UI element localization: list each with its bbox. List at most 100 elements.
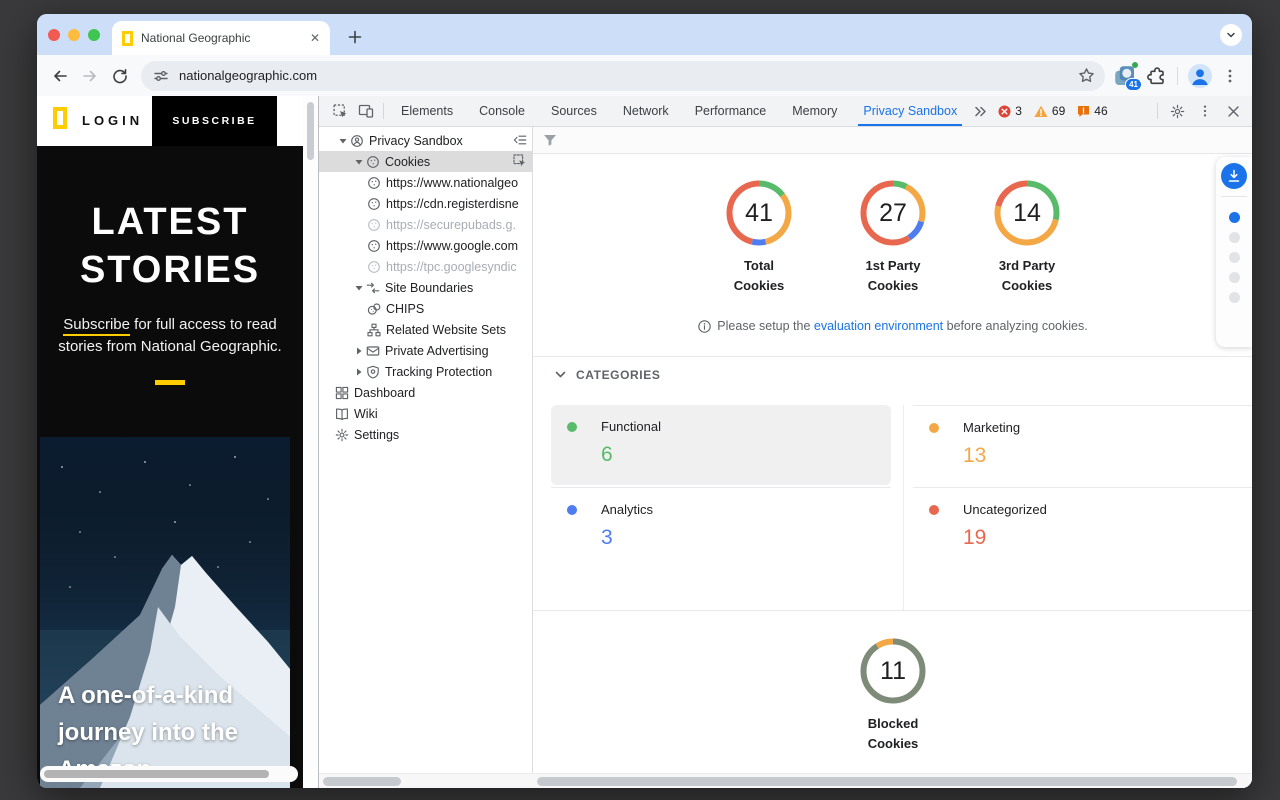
side-nav-dot-3[interactable] [1229, 252, 1240, 263]
devtools-tab-console[interactable]: Console [466, 96, 538, 126]
setup-note: Please setup the evaluation environment … [533, 319, 1252, 333]
tree-item-tracking-protection[interactable]: Tracking Protection [319, 361, 532, 382]
side-nav-dot-5[interactable] [1229, 292, 1240, 303]
toolbar-actions: 41 [1113, 64, 1252, 88]
filter-funnel-icon[interactable] [543, 134, 557, 147]
tree-item-label: Privacy Sandbox [369, 134, 463, 148]
extensions-menu-button[interactable] [1147, 66, 1167, 86]
wiki-icon [335, 407, 349, 421]
national-geographic-favicon [122, 31, 133, 46]
categories-section-header[interactable]: CATEGORIES [555, 368, 660, 382]
page-vertical-scrollbar-thumb[interactable] [307, 102, 314, 160]
cookie-icon [367, 260, 381, 274]
tree-item-https-tpc-googlesyndic[interactable]: https://tpc.googlesyndic [319, 256, 532, 277]
devtools-tab-privacy-sandbox[interactable]: Privacy Sandbox [850, 96, 970, 126]
story-card[interactable]: A one-of-a-kind journey into the Amazon [40, 437, 290, 788]
back-arrow-icon [52, 68, 68, 84]
tree-item-wiki[interactable]: Wiki [319, 403, 532, 424]
side-nav-dot-4[interactable] [1229, 272, 1240, 283]
category-card-marketing[interactable]: Marketing13 [913, 405, 1252, 485]
devtools-tab-network[interactable]: Network [610, 96, 682, 126]
devtools-close-button[interactable] [1220, 98, 1246, 124]
window-zoom-button[interactable] [88, 29, 100, 41]
window-minimize-button[interactable] [68, 29, 80, 41]
tree-item-dashboard[interactable]: Dashboard [319, 382, 532, 403]
category-value: 13 [963, 444, 1252, 468]
page-horizontal-scrollbar[interactable] [40, 766, 298, 782]
devtools-panel: ElementsConsoleSourcesNetworkPerformance… [318, 96, 1252, 788]
collapsed-arrow-icon[interactable] [351, 347, 366, 355]
tree-item-cookies[interactable]: Cookies [319, 151, 532, 172]
chips-icon [367, 302, 381, 316]
tree-item-https-www-google-com[interactable]: https://www.google.com [319, 235, 532, 256]
category-card-uncategorized[interactable]: Uncategorized19 [913, 487, 1252, 608]
expanded-arrow-icon[interactable] [335, 137, 350, 145]
side-nav-dot-1[interactable] [1229, 212, 1240, 223]
more-tabs-button[interactable] [970, 98, 990, 124]
tree-scrollbar-thumb[interactable] [323, 777, 401, 786]
collapse-button[interactable] [513, 133, 527, 147]
category-card-analytics[interactable]: Analytics 3 [551, 487, 891, 608]
subscribe-text-link[interactable]: Subscribe [63, 316, 130, 336]
tab-search-button[interactable] [1220, 24, 1242, 46]
tree-item-site-boundaries[interactable]: Site Boundaries [319, 277, 532, 298]
tree-item-chips[interactable]: CHIPS [319, 298, 532, 319]
tree-item-https-cdn-registerdisne[interactable]: https://cdn.registerdisne [319, 193, 532, 214]
content-scrollbar-thumb[interactable] [537, 777, 1237, 786]
hero-divider-dash [155, 380, 185, 385]
category-label: Analytics [601, 502, 891, 517]
bookmark-star-icon[interactable] [1078, 67, 1095, 84]
category-label: Uncategorized [963, 502, 1252, 517]
category-value: 3 [601, 526, 891, 550]
tree-item-https-securepubads-g[interactable]: https://securepubads.g. [319, 214, 532, 235]
login-link[interactable]: LOGIN [82, 113, 143, 128]
download-report-button[interactable] [1221, 163, 1247, 189]
first-party-value: 27 [858, 178, 928, 248]
page-horizontal-scrollbar-thumb[interactable] [44, 770, 269, 778]
device-toolbar-button[interactable] [353, 98, 379, 124]
side-nav-dot-2[interactable] [1229, 232, 1240, 243]
info-icon [698, 320, 711, 333]
psat-extension-button[interactable]: 41 [1113, 64, 1137, 88]
url-bar[interactable]: nationalgeographic.com [141, 61, 1105, 91]
window-close-button[interactable] [48, 29, 60, 41]
forward-button[interactable] [75, 61, 105, 91]
side-nav-divider [1221, 196, 1247, 197]
expanded-arrow-icon[interactable] [351, 284, 366, 292]
new-tab-button[interactable] [342, 24, 368, 50]
category-card-functional[interactable]: Functional6 [551, 405, 891, 485]
site-info-icon[interactable] [153, 68, 169, 84]
tree-item-settings[interactable]: Settings [319, 424, 532, 445]
devtools-settings-button[interactable] [1164, 98, 1190, 124]
evaluation-environment-link[interactable]: evaluation environment [814, 319, 943, 333]
profile-avatar[interactable] [1188, 64, 1212, 88]
inspect-element-button[interactable] [327, 98, 353, 124]
tree-item-related-website-sets[interactable]: Related Website Sets [319, 319, 532, 340]
tree-item-privacy-sandbox[interactable]: Privacy Sandbox [319, 130, 532, 151]
tree-item-https-www-nationalgeo[interactable]: https://www.nationalgeo [319, 172, 532, 193]
browser-menu-button[interactable] [1222, 68, 1238, 84]
collapsed-arrow-icon[interactable] [351, 368, 366, 376]
subscribe-button[interactable]: SUBSCRIBE [152, 96, 277, 146]
hero-paragraph: Subscribe for full access to read storie… [37, 314, 303, 358]
warning-icon [1034, 105, 1048, 118]
devtools-horizontal-scrollbar[interactable] [319, 773, 1252, 788]
third-party-label: 3rd Party Cookies [987, 256, 1067, 296]
inspect-button[interactable] [513, 154, 527, 168]
devtools-tab-performance[interactable]: Performance [682, 96, 780, 126]
tree-item-label: https://www.nationalgeo [386, 176, 518, 190]
devtools-tab-elements[interactable]: Elements [388, 96, 466, 126]
expanded-arrow-icon[interactable] [351, 158, 366, 166]
console-status-badges[interactable]: 3 69 46 [998, 104, 1115, 118]
browser-window: National Geographic ✕ nationalgeographic… [37, 14, 1252, 788]
page-vertical-scrollbar[interactable] [303, 96, 318, 788]
reload-button[interactable] [105, 61, 135, 91]
tree-item-private-advertising[interactable]: Private Advertising [319, 340, 532, 361]
browser-tab[interactable]: National Geographic ✕ [112, 21, 330, 55]
devtools-menu-button[interactable] [1192, 98, 1218, 124]
tab-close-icon[interactable]: ✕ [310, 32, 320, 44]
devtools-tab-sources[interactable]: Sources [538, 96, 610, 126]
devtools-tab-memory[interactable]: Memory [779, 96, 850, 126]
extension-count-badge: 41 [1125, 78, 1142, 91]
back-button[interactable] [45, 61, 75, 91]
